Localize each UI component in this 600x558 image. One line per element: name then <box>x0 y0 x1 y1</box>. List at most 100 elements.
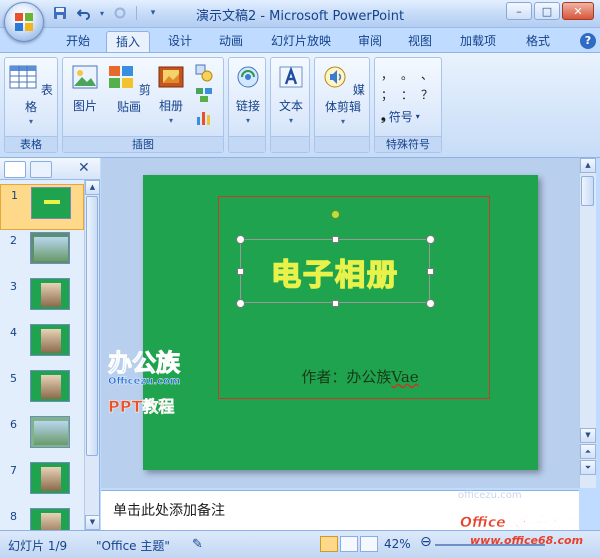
slide-thumbnail-row[interactable]: 5 <box>0 368 84 414</box>
ribbon-tabs: 开始 插入 设计 动画 幻灯片放映 审阅 视图 加载项 格式 ? <box>0 28 600 52</box>
shapes-icon[interactable] <box>195 64 213 82</box>
symbol-semicolon[interactable]: ； <box>381 86 393 103</box>
scroll-up-icon[interactable]: ▲ <box>580 158 596 173</box>
slides-tab-icon[interactable] <box>4 161 26 178</box>
tab-insert[interactable]: 插入 <box>106 31 150 52</box>
chevron-down-icon: ▾ <box>168 116 173 125</box>
slide-thumbnail[interactable] <box>30 232 70 264</box>
group-label-text <box>271 136 309 152</box>
symbol-comma[interactable]: ， <box>381 66 393 83</box>
clipart-button[interactable]: 剪贴画 <box>107 64 151 115</box>
picture-button[interactable]: 图片 <box>67 64 103 114</box>
thumbnail-photo <box>34 237 68 261</box>
slide-sorter-icon[interactable] <box>340 536 358 552</box>
symbol-colon[interactable]: ： <box>401 86 413 103</box>
next-slide-icon[interactable]: ⏷ <box>580 460 596 475</box>
symbol-period[interactable]: 。 <box>401 66 413 83</box>
group-label-table: 表格 <box>5 136 57 152</box>
ribbon-group-media: 媒体剪辑 ▾ <box>314 57 370 153</box>
notes-placeholder[interactable]: 单击此处添加备注 <box>113 500 225 520</box>
zoom-out-icon[interactable]: ⊖ <box>420 534 432 550</box>
previous-slide-icon[interactable]: ⏶ <box>580 444 596 459</box>
scroll-up-icon[interactable]: ▲ <box>85 180 100 195</box>
office-button[interactable] <box>4 2 44 42</box>
symbol-button[interactable]: ❟ 符号 ▾ <box>381 108 420 125</box>
resize-handle-ne[interactable] <box>426 235 435 244</box>
slides-pane: ✕ 1 2 3 4 5 6 7 8 ▲ ▼ <box>0 158 100 530</box>
slide-thumbnail[interactable] <box>30 278 70 310</box>
normal-view-icon[interactable] <box>320 536 338 552</box>
tab-review[interactable]: 审阅 <box>348 31 392 52</box>
tab-slideshow[interactable]: 幻灯片放映 <box>262 31 340 52</box>
rotation-handle[interactable] <box>331 210 340 219</box>
slide-thumbnail-row[interactable]: 6 <box>0 414 84 460</box>
smartart-icon[interactable] <box>195 86 213 104</box>
ribbon-group-links: 链接 ▾ <box>228 57 266 153</box>
tab-format[interactable]: 格式 <box>516 31 560 52</box>
symbol-dun[interactable]: 、 <box>421 66 433 83</box>
slide-subtitle[interactable]: 作者：办公族Vae <box>270 366 450 387</box>
scroll-down-icon[interactable]: ▼ <box>580 428 596 443</box>
close-button[interactable]: ✕ <box>562 2 594 20</box>
theme-name[interactable]: "Office 主题" <box>96 537 170 554</box>
tab-addins[interactable]: 加载项 <box>450 31 506 52</box>
spellcheck-icon[interactable]: ✎ <box>192 537 203 552</box>
scroll-down-icon[interactable]: ▼ <box>85 515 100 530</box>
minimize-button[interactable]: – <box>506 2 532 20</box>
slide-thumbnail-row[interactable]: 1 <box>0 184 84 230</box>
resize-handle-s[interactable] <box>332 300 339 307</box>
slide-title[interactable]: 电子相册 <box>240 250 430 294</box>
text-label: 文本 <box>278 99 303 113</box>
resize-handle-n[interactable] <box>332 236 339 243</box>
help-icon[interactable]: ? <box>580 33 596 49</box>
photo-album-button[interactable]: 相册 ▾ <box>153 64 189 125</box>
subtitle-name: Vae <box>391 368 419 386</box>
maximize-button[interactable]: □ <box>534 2 560 20</box>
scroll-thumb[interactable] <box>581 176 594 206</box>
slide-thumbnail[interactable] <box>30 416 70 448</box>
slide-thumbnail[interactable] <box>30 370 70 402</box>
resize-handle-nw[interactable] <box>236 235 245 244</box>
table-button[interactable]: 表格 ▾ <box>9 64 53 126</box>
link-button[interactable]: 链接 ▾ <box>230 64 266 125</box>
symbol-label: 符号 <box>388 110 413 124</box>
symbol-question[interactable]: ？ <box>421 86 433 103</box>
slide-thumbnail[interactable] <box>30 324 70 356</box>
resize-handle-se[interactable] <box>426 299 435 308</box>
slide-number: 5 <box>10 372 17 385</box>
chart-icon[interactable] <box>195 108 213 126</box>
text-button[interactable]: 文本 ▾ <box>273 64 309 125</box>
close-icon[interactable]: ✕ <box>78 160 90 176</box>
slide-thumbnail-row[interactable]: 7 <box>0 460 84 506</box>
resize-handle-sw[interactable] <box>236 299 245 308</box>
tab-home[interactable]: 开始 <box>56 31 100 52</box>
tab-view[interactable]: 视图 <box>398 31 442 52</box>
outline-tab-icon[interactable] <box>30 161 52 178</box>
thumbnail-photo <box>41 513 61 530</box>
watermark-domain-right: officezu.com <box>458 490 522 501</box>
slide-thumbnail-row[interactable]: 4 <box>0 322 84 368</box>
tab-design[interactable]: 设计 <box>158 31 202 52</box>
slide-thumbnail[interactable] <box>30 508 70 530</box>
slide-thumbnail-row[interactable]: 3 <box>0 276 84 322</box>
thumbnails-scrollbar[interactable]: ▲ ▼ <box>84 180 100 530</box>
slide-thumbnail-row[interactable]: 8 <box>0 506 84 530</box>
media-clip-button[interactable]: 媒体剪辑 ▾ <box>317 64 369 126</box>
scroll-thumb[interactable] <box>86 196 98 456</box>
thumbnail-photo <box>34 421 68 445</box>
title-bar: ▾ ▾ 演示文稿2 - Microsoft PowerPoint – □ ✕ <box>0 0 600 28</box>
picture-icon <box>72 65 98 89</box>
zoom-level[interactable]: 42% <box>384 537 411 551</box>
slide-thumbnail-row[interactable]: 2 <box>0 230 84 276</box>
ribbon-group-special-symbols: ， 。 、 ； ： ？ ❟ 符号 ▾ 特殊符号 <box>374 57 442 153</box>
media-icon <box>324 66 346 88</box>
slide-number: 7 <box>10 464 17 477</box>
photo-album-icon <box>158 66 184 88</box>
slide-thumbnail[interactable] <box>31 187 71 219</box>
tab-animation[interactable]: 动画 <box>209 31 253 52</box>
slide-thumbnail[interactable] <box>30 462 70 494</box>
slide-number: 6 <box>10 418 17 431</box>
slide-scrollbar[interactable]: ▲ ▼ ⏶ ⏷ <box>579 158 596 488</box>
slideshow-view-icon[interactable] <box>360 536 378 552</box>
ribbon-group-illustrations: 图片 剪贴画 相册 ▾ 插图 <box>62 57 224 153</box>
